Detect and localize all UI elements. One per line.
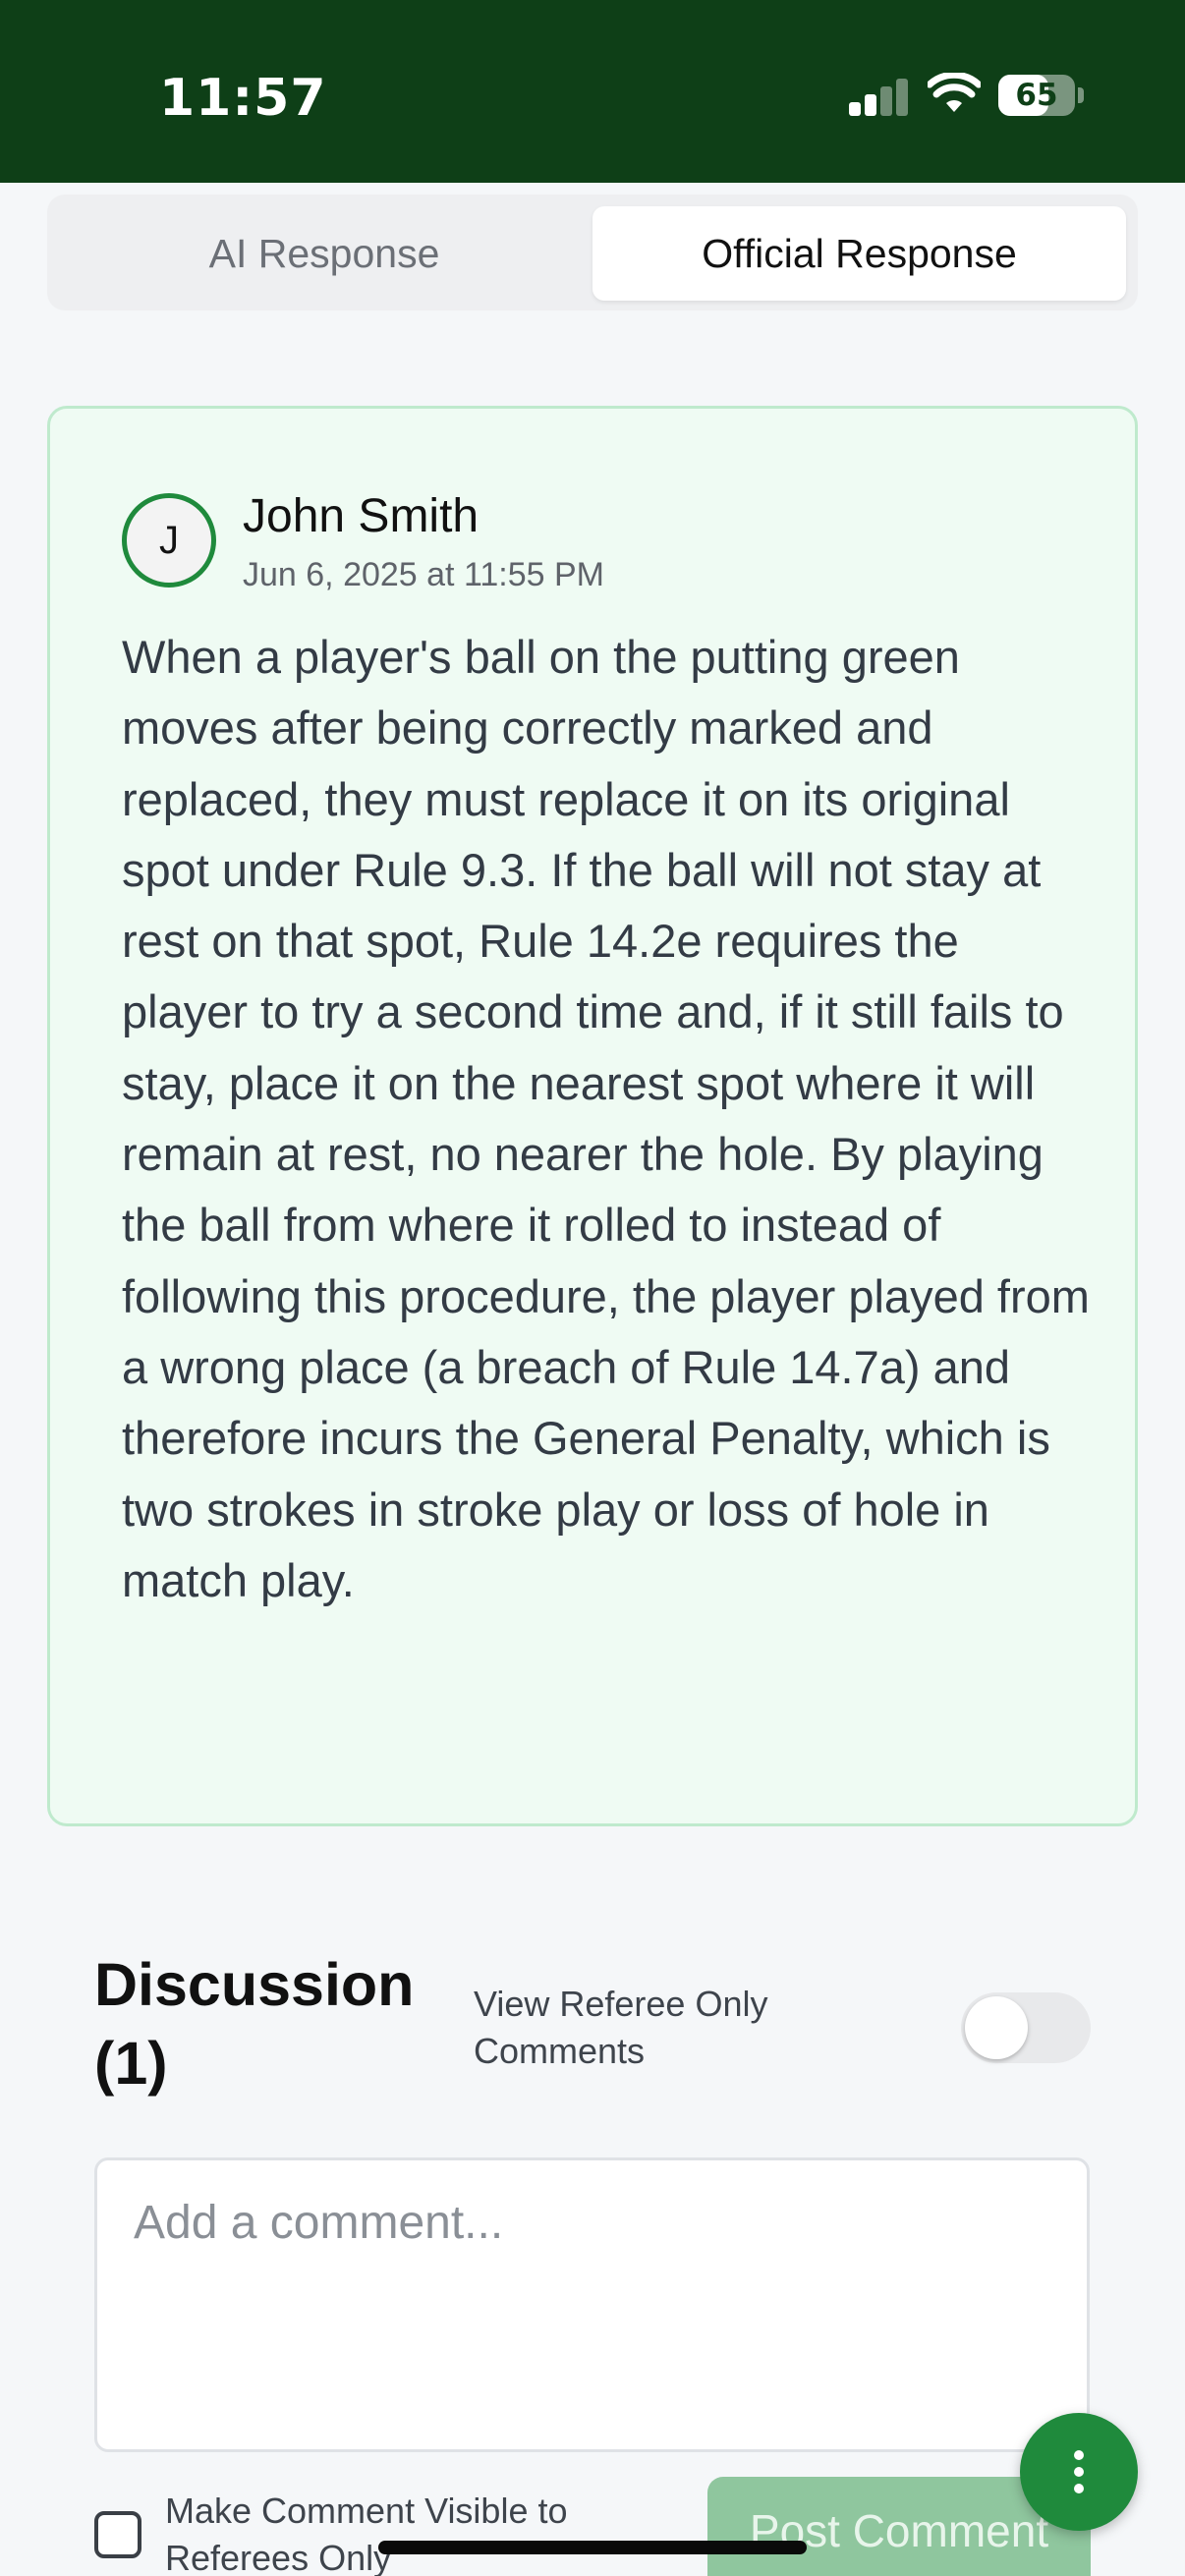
battery-percentage: 65 — [1015, 78, 1058, 113]
discussion-title: Discussion (1) — [94, 1951, 415, 2097]
referees-only-checkbox[interactable] — [94, 2511, 141, 2558]
tab-official-response[interactable]: Official Response — [592, 206, 1126, 301]
battery-icon: 65 — [998, 75, 1075, 116]
home-indicator — [378, 2541, 807, 2554]
cellular-signal-icon — [849, 77, 910, 116]
response-timestamp: Jun 6, 2025 at 11:55 PM — [243, 556, 604, 593]
tab-ai-response[interactable]: AI Response — [59, 206, 590, 301]
battery-cap — [1078, 87, 1084, 103]
avatar: J — [122, 493, 216, 588]
response-tabs: AI Response Official Response — [47, 195, 1138, 310]
referee-only-toggle-label: View Referee Only Comments — [474, 1984, 768, 2071]
referees-only-checkbox-label: Make Comment Visible to Referees Only — [165, 2491, 568, 2576]
comment-input[interactable] — [94, 2157, 1090, 2452]
wifi-icon — [928, 73, 981, 112]
more-options-button[interactable] — [1020, 2413, 1138, 2531]
status-time: 11:57 — [159, 69, 327, 128]
toggle-knob — [965, 1996, 1028, 2059]
response-body: When a player's ball on the putting gree… — [122, 631, 1090, 1606]
status-bar: 11:57 65 — [0, 0, 1185, 183]
referee-only-toggle[interactable] — [961, 1992, 1091, 2063]
author-name: John Smith — [243, 490, 480, 542]
official-response-card: J John Smith Jun 6, 2025 at 11:55 PM Whe… — [47, 406, 1138, 1826]
